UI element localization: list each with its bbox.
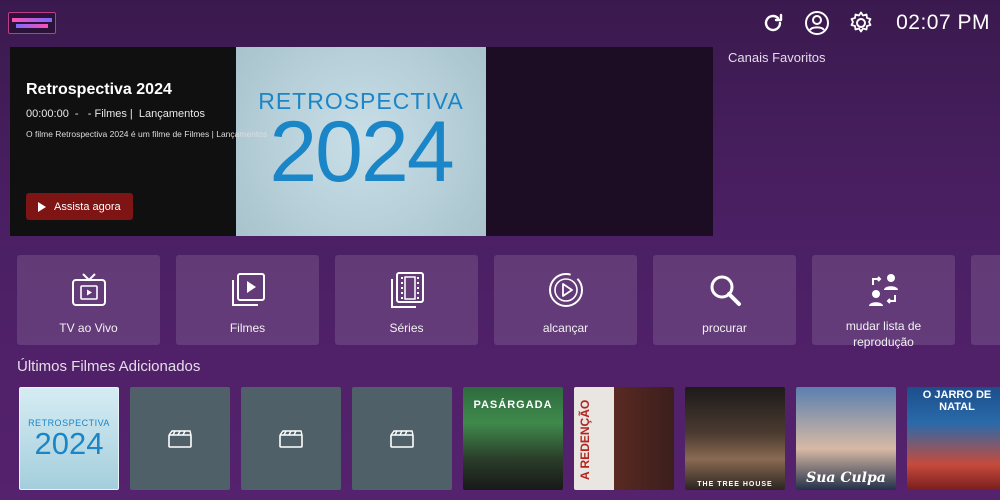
movie-poster[interactable]: RETROSPECTIVA 2024 xyxy=(19,387,119,490)
tile-switch-playlist[interactable]: mudar lista de reprodução xyxy=(812,255,955,349)
category-tiles: TV ao Vivo Filmes Séries alcançar procur… xyxy=(17,255,1000,349)
movie-poster[interactable]: Sua Culpa xyxy=(796,387,896,490)
hero-poster: RETROSPECTIVA 2024 xyxy=(236,47,486,236)
settings-icon[interactable] xyxy=(846,8,876,38)
tile-label: TV ao Vivo xyxy=(59,321,118,335)
movie-poster-placeholder[interactable] xyxy=(130,387,230,490)
movies-icon xyxy=(228,270,268,310)
header-actions: 02:07 PM xyxy=(758,8,990,38)
movie-poster-placeholder[interactable] xyxy=(241,387,341,490)
tile-search[interactable]: procurar xyxy=(653,255,796,345)
series-icon xyxy=(387,270,427,310)
hero-title: Retrospectiva 2024 xyxy=(26,81,172,98)
movie-poster[interactable]: THE TREE HOUSE xyxy=(685,387,785,490)
tile-partial[interactable] xyxy=(971,255,1000,345)
tile-label: Séries xyxy=(389,321,424,335)
latest-movies-row: RETROSPECTIVA 2024 PASÁRGADA A REDENÇÃO … xyxy=(19,387,1000,490)
clapperboard-icon xyxy=(168,429,192,448)
play-icon xyxy=(38,201,46,212)
account-icon[interactable] xyxy=(802,8,832,38)
movie-poster[interactable]: A REDENÇÃO xyxy=(574,387,674,490)
catchup-icon xyxy=(546,270,586,310)
clapperboard-icon xyxy=(390,429,414,448)
app-logo xyxy=(8,12,56,34)
movie-poster[interactable]: PASÁRGADA xyxy=(463,387,563,490)
watch-now-label: Assista agora xyxy=(54,200,121,213)
clock: 02:07 PM xyxy=(896,11,990,34)
tile-label: Filmes xyxy=(229,321,266,335)
featured-hero[interactable]: RETROSPECTIVA 2024 Retrospectiva 2024 00… xyxy=(10,47,713,236)
tile-label: procurar xyxy=(702,321,747,335)
watch-now-button[interactable]: Assista agora xyxy=(26,193,133,220)
favorite-channels-label: Canais Favoritos xyxy=(728,50,826,65)
tile-catchup[interactable]: alcançar xyxy=(494,255,637,345)
tile-label: alcançar xyxy=(542,321,589,335)
tile-label: mudar lista de reprodução xyxy=(845,319,922,349)
tile-series[interactable]: Séries xyxy=(335,255,478,345)
tile-movies[interactable]: Filmes xyxy=(176,255,319,345)
switch-playlist-icon xyxy=(864,270,904,308)
clapperboard-icon xyxy=(279,429,303,448)
search-icon xyxy=(705,270,745,310)
movie-poster[interactable]: O JARRO DE NATAL xyxy=(907,387,1000,490)
movie-poster-placeholder[interactable] xyxy=(352,387,452,490)
tv-icon xyxy=(69,270,109,310)
hero-meta: 00:00:00 - - Filmes | Lançamentos xyxy=(26,108,205,120)
hero-description: O filme Retrospectiva 2024 é um filme de… xyxy=(26,129,268,139)
refresh-icon[interactable] xyxy=(758,8,788,38)
tile-live-tv[interactable]: TV ao Vivo xyxy=(17,255,160,345)
latest-movies-title: Últimos Filmes Adicionados xyxy=(17,358,201,375)
